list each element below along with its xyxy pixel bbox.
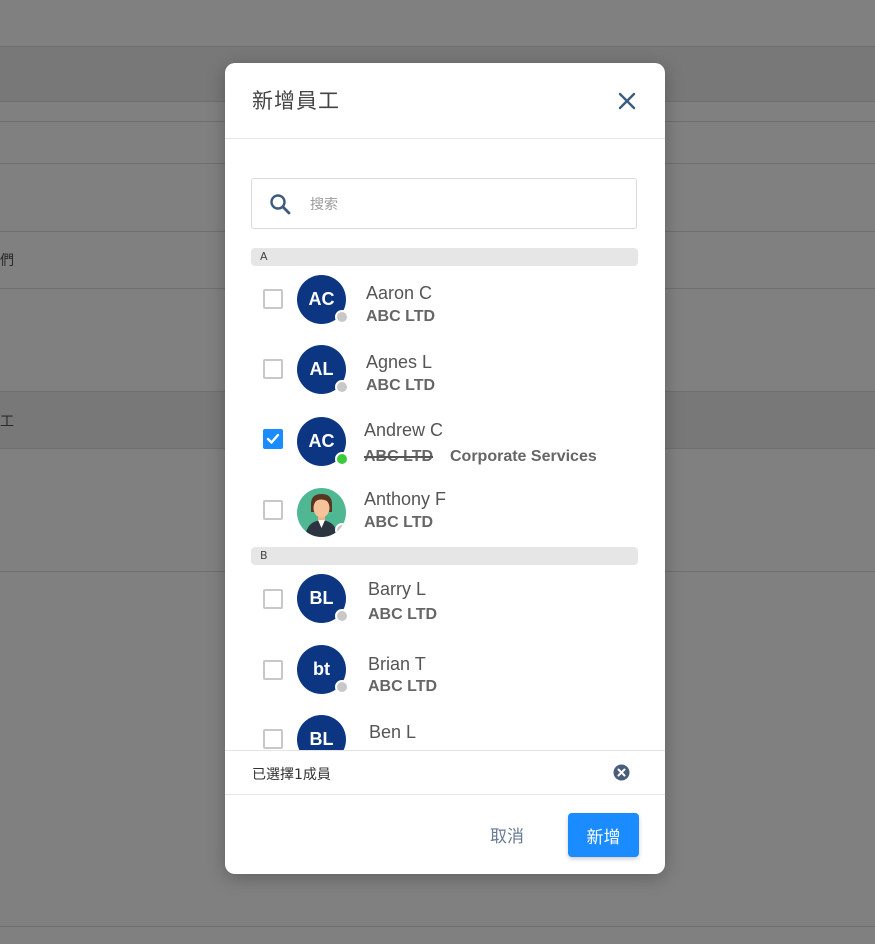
member-company: ABC LTD (364, 514, 434, 531)
status-offline-indicator (335, 680, 349, 694)
search-input[interactable] (308, 189, 622, 221)
avatar-initials: AC (308, 289, 335, 309)
background-divider (0, 926, 875, 927)
dialog-title: 新增員工 (252, 89, 340, 113)
background-divider (0, 46, 875, 47)
member-checkbox[interactable] (263, 429, 283, 449)
selected-count: 已選擇1成員 (252, 767, 331, 783)
section-header-b: B (251, 547, 638, 565)
avatar: AC (297, 275, 349, 324)
add-button[interactable]: 新增 (568, 813, 639, 857)
status-offline-indicator (335, 609, 349, 623)
avatar-initials: BL (309, 729, 334, 749)
member-checkbox[interactable] (263, 289, 283, 309)
member-name: Brian T (368, 654, 426, 674)
avatar (297, 488, 346, 537)
member-name: Aaron C (366, 283, 433, 303)
avatar-initials: bt (313, 659, 330, 679)
member-company: ABC LTD (366, 377, 436, 394)
section-header-a: A (251, 248, 638, 266)
list-item[interactable]: AL Agnes L ABC LTD (225, 338, 665, 404)
member-checkbox[interactable] (263, 500, 283, 520)
member-checkbox[interactable] (263, 729, 283, 749)
close-icon (618, 92, 636, 110)
background-text: 們 (0, 253, 14, 269)
list-item[interactable]: BL Barry L ABC LTD (225, 568, 665, 634)
list-item[interactable]: AC Aaron C ABC LTD (225, 268, 665, 334)
member-checkbox[interactable] (263, 359, 283, 379)
close-button[interactable] (613, 87, 641, 115)
member-company: ABC LTD (366, 308, 436, 325)
member-name: Barry L (368, 579, 427, 599)
avatar-initials: BL (309, 588, 334, 608)
status-offline-indicator (335, 310, 349, 324)
avatar: bt (297, 645, 349, 694)
avatar: BL (297, 715, 346, 750)
avatar-initials: AC (308, 431, 335, 451)
status-offline-indicator (335, 523, 346, 537)
member-department: Corporate Services (450, 448, 597, 465)
member-company: ABC LTD (364, 448, 434, 465)
list-item[interactable]: AC Andrew C ABC LTD Corporate Services (225, 406, 665, 472)
avatar: AL (297, 345, 349, 394)
list-item[interactable]: bt Brian T ABC LTD (225, 638, 665, 704)
selection-summary-bar: 已選擇1成員 (225, 750, 665, 795)
add-employee-dialog: 新增員工 A AC Aaron C ABC LTD (225, 63, 665, 874)
avatar-initials: AL (309, 359, 334, 379)
list-item[interactable]: Anthony F ABC LTD (225, 474, 665, 540)
status-online-indicator (335, 452, 349, 466)
member-list[interactable]: A AC Aaron C ABC LTD AL Agnes L ABC LTD (225, 246, 665, 750)
member-name: Andrew C (364, 420, 444, 440)
search-icon (270, 194, 291, 215)
background-text: 工 (0, 414, 14, 430)
member-name: Ben L (369, 722, 417, 742)
cancel-button[interactable]: 取消 (473, 813, 541, 855)
clear-selection-icon[interactable] (613, 764, 630, 781)
member-checkbox[interactable] (263, 660, 283, 680)
avatar: BL (297, 574, 349, 623)
member-name: Anthony F (364, 489, 447, 509)
dialog-header: 新增員工 (225, 63, 665, 139)
member-checkbox[interactable] (263, 589, 283, 609)
status-offline-indicator (335, 380, 349, 394)
avatar: AC (297, 417, 349, 466)
dialog-footer: 取消 新增 (225, 795, 665, 874)
search-box (251, 178, 637, 229)
member-company: ABC LTD (368, 606, 438, 623)
list-item[interactable]: BL Ben L (225, 708, 665, 750)
member-name: Agnes L (366, 352, 433, 372)
checkmark-icon (266, 433, 280, 444)
member-company: ABC LTD (368, 678, 438, 695)
